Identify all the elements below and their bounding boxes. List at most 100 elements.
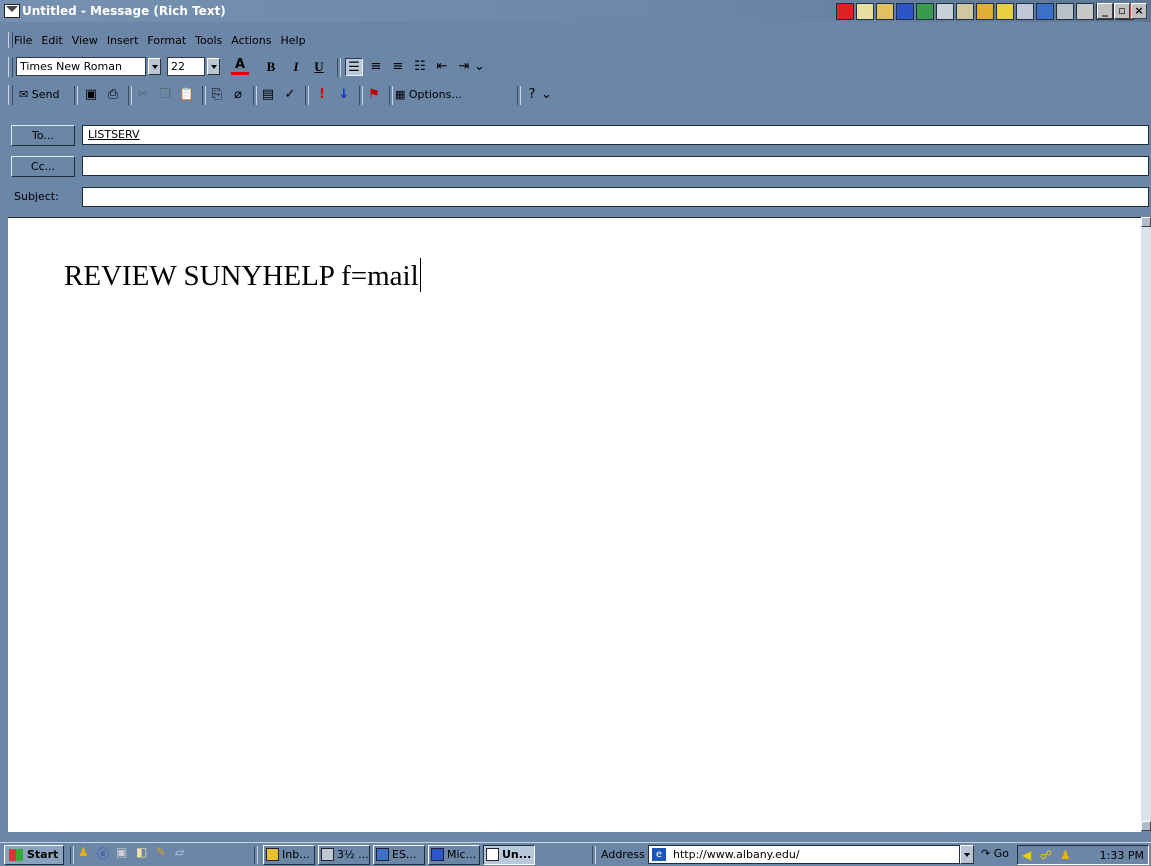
menu-format[interactable]: Format — [147, 34, 186, 47]
access-icon[interactable] — [956, 3, 974, 20]
word-task-icon — [431, 848, 444, 861]
word-icon[interactable] — [896, 3, 914, 20]
to-field[interactable]: LISTSERV — [82, 125, 1149, 145]
menu-actions[interactable]: Actions — [231, 34, 271, 47]
print-icon[interactable]: ⎙ — [104, 86, 122, 104]
bold-button[interactable]: B — [262, 58, 280, 76]
to-button[interactable]: To... — [11, 125, 75, 146]
powerpoint-icon[interactable] — [936, 3, 954, 20]
bullets-icon[interactable]: ☷ — [411, 58, 429, 76]
toolbar-options-chevron-icon[interactable]: ⌄ — [474, 58, 485, 76]
task-floppy[interactable]: 3½ ... — [318, 845, 370, 865]
scroll-up-button[interactable] — [1141, 217, 1151, 227]
task-label: ES... — [392, 848, 417, 861]
check-names-icon[interactable]: ✓ — [281, 86, 299, 104]
minimize-button[interactable]: _ — [1097, 3, 1113, 19]
font-size-select[interactable]: 22 — [167, 57, 205, 76]
search-icon[interactable] — [1016, 3, 1034, 20]
show-desktop-icon[interactable]: ◧ — [136, 845, 147, 859]
menu-insert[interactable]: Insert — [107, 34, 139, 47]
maximize-button[interactable]: ▫ — [1114, 3, 1130, 19]
task-untitled-message[interactable]: Un... — [483, 845, 535, 865]
task-browser[interactable]: ES... — [373, 845, 425, 865]
save-icon[interactable]: ▣ — [82, 86, 100, 104]
network-icon[interactable]: ☍ — [1040, 848, 1052, 862]
toolbar-options-chevron-icon[interactable]: ⌄ — [541, 86, 552, 104]
messenger-icon[interactable]: ♟ — [1060, 848, 1071, 862]
office-logo-icon[interactable] — [836, 3, 854, 20]
excel-icon[interactable] — [916, 3, 934, 20]
subject-field[interactable] — [82, 187, 1149, 207]
go-arrow-icon: ↷ — [981, 847, 994, 860]
internet-explorer-icon[interactable] — [1036, 3, 1054, 20]
window-title: Untitled - Message (Rich Text) — [22, 4, 226, 18]
go-label: Go — [993, 847, 1009, 860]
menu-file[interactable]: File — [14, 34, 32, 47]
align-center-icon[interactable]: ≡ — [367, 58, 385, 76]
address-value: http://www.albany.edu/ — [673, 848, 800, 861]
help-icon[interactable]: ? — [523, 86, 541, 104]
person-icon[interactable]: ♟ — [78, 845, 89, 859]
attachment-icon[interactable]: ⌀ — [229, 86, 247, 104]
decrease-indent-icon[interactable]: ⇤ — [433, 58, 451, 76]
cc-button[interactable]: Cc... — [11, 156, 75, 177]
vertical-scrollbar[interactable] — [1141, 217, 1151, 831]
scroll-down-button[interactable] — [1141, 821, 1151, 831]
go-button[interactable]: ↷ Go — [981, 847, 1009, 860]
flag-icon[interactable]: ⚑ — [365, 86, 383, 104]
italic-button[interactable]: I — [287, 58, 305, 76]
open-folder-icon[interactable] — [876, 3, 894, 20]
send-button[interactable]: ✉ Send — [16, 85, 62, 105]
task-inbox[interactable]: Inb... — [263, 845, 315, 865]
message-body[interactable]: REVIEW SUNYHELP f=mail — [8, 217, 1141, 832]
paste-icon[interactable]: 📋 — [178, 86, 196, 104]
windows-logo-icon — [9, 849, 23, 861]
task-word[interactable]: Mic... — [428, 845, 480, 865]
contacts-icon[interactable] — [1076, 3, 1094, 20]
menu-grip[interactable] — [8, 32, 13, 48]
menu-edit[interactable]: Edit — [41, 34, 62, 47]
options-icon: ▦ — [395, 88, 409, 101]
copy-icon[interactable]: ❐ — [156, 86, 174, 104]
calendar-icon[interactable] — [1056, 3, 1074, 20]
address-dropdown-button[interactable] — [960, 845, 974, 864]
cut-icon[interactable]: ✂ — [134, 86, 152, 104]
menu-view[interactable]: View — [72, 34, 98, 47]
message-body-text[interactable]: REVIEW SUNYHELP f=mail — [64, 258, 421, 293]
outlook-icon[interactable]: ▣ — [116, 845, 127, 859]
low-importance-icon[interactable]: ↓ — [335, 86, 353, 104]
font-name-select[interactable]: Times New Roman — [16, 57, 146, 76]
font-size-dropdown-button[interactable] — [207, 58, 220, 75]
address-input[interactable]: e http://www.albany.edu/ — [648, 845, 960, 864]
clock[interactable]: 1:33 PM — [1100, 849, 1144, 862]
font-color-icon[interactable]: A — [231, 58, 249, 75]
internet-explorer-icon: e — [652, 848, 666, 861]
toolbar-grip[interactable] — [8, 57, 13, 77]
find-icon[interactable] — [996, 3, 1014, 20]
address-book-icon[interactable]: ▤ — [259, 86, 277, 104]
align-right-icon[interactable]: ≡ — [389, 58, 407, 76]
high-importance-icon[interactable]: ! — [313, 86, 331, 104]
font-name-dropdown-button[interactable] — [148, 58, 161, 75]
increase-indent-icon[interactable]: ⇥ — [455, 58, 473, 76]
align-left-icon[interactable]: ☰ — [345, 58, 363, 76]
taskbar-separator — [592, 846, 596, 864]
notepad-icon[interactable]: ▱ — [175, 845, 184, 859]
start-button[interactable]: Start — [4, 845, 64, 865]
internet-explorer-icon[interactable]: ⓔ — [97, 845, 109, 862]
insert-file-icon[interactable]: ⎘ — [208, 86, 226, 104]
volume-icon[interactable]: ◀ — [1022, 848, 1031, 862]
options-button[interactable]: ▦ Options... — [392, 85, 465, 105]
outlook-icon[interactable] — [976, 3, 994, 20]
edit-icon[interactable]: ✎ — [156, 845, 166, 859]
toolbar-grip[interactable] — [8, 85, 13, 105]
menu-help[interactable]: Help — [280, 34, 305, 47]
taskbar-separator — [70, 846, 74, 864]
cc-field[interactable] — [82, 156, 1149, 176]
standard-toolbar: ✉ Send ▣ ⎙ ✂ ❐ 📋 ⎘ ⌀ ▤ ✓ ! ↓ ⚑ ▦ Options… — [0, 82, 1151, 108]
taskbar-separator — [254, 846, 258, 864]
menu-tools[interactable]: Tools — [195, 34, 222, 47]
underline-button[interactable]: U — [310, 58, 328, 76]
close-button[interactable]: × — [1131, 3, 1147, 19]
new-document-icon[interactable] — [856, 3, 874, 20]
